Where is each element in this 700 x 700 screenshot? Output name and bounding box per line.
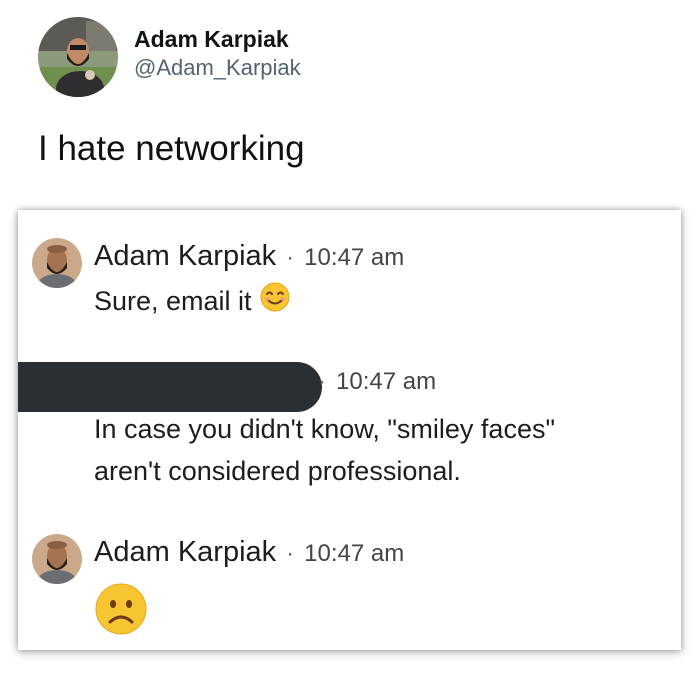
separator-dot: · [318,368,326,395]
embedded-chat-screenshot: Adam Karpiak · 10:47 am Sure, email it · [18,210,681,650]
separator-dot: · [286,540,295,567]
sender-avatar [32,534,82,584]
author-avatar[interactable] [38,17,118,97]
message-text: Sure, email it [94,280,291,325]
sender-name[interactable]: Adam Karpiak [94,240,276,273]
separator-dot: · [286,244,295,271]
message-emoji [94,582,148,648]
smiling-face-icon [259,281,291,325]
sender-name[interactable]: Adam Karpiak [94,536,276,569]
redacted-sender-bar [18,362,322,412]
author-handle[interactable]: @Adam_Karpiak [134,54,301,82]
frowning-face-icon [94,582,148,648]
message-time: 10:47 am [336,368,437,395]
message-time: 10:47 am [304,244,405,271]
message-text: In case you didn't know, "smiley faces" … [94,414,556,486]
author-name[interactable]: Adam Karpiak [134,24,301,54]
tweet-text: I hate networking [38,129,305,168]
sender-avatar [32,238,82,288]
message-time: 10:47 am [304,540,405,567]
tweet-header: Adam Karpiak @Adam_Karpiak [38,17,301,97]
